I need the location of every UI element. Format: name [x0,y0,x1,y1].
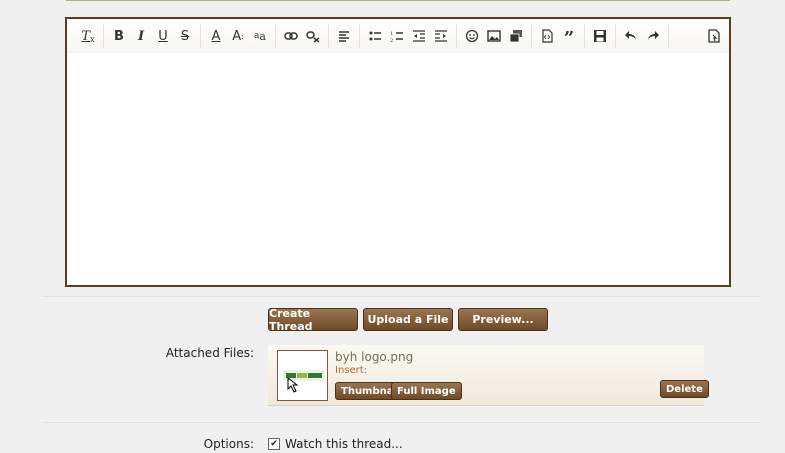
bullet-list-icon[interactable] [364,25,386,47]
outdent-icon[interactable] [408,25,430,47]
toolbar-group: 12 [360,24,457,48]
attachment-thumbnail[interactable] [277,350,328,401]
editor-content-area[interactable] [67,53,729,285]
attached-files-label: Attached Files: [165,346,254,360]
watch-thread-label[interactable]: Watch this thread... [285,437,403,451]
editor-toolbar: Tx B I U S A A: a a 1 2” [67,19,729,53]
image-icon[interactable] [483,25,505,47]
bold-icon[interactable]: B [108,25,130,47]
message-editor[interactable]: Tx B I U S A A: a a 1 2” [65,17,731,287]
toggle-bbcode-icon[interactable] [703,25,725,47]
svg-text:1: 1 [390,31,393,37]
toolbar-group: BIUS [104,24,201,48]
toolbar-group [457,24,532,48]
font-color-icon[interactable]: A [205,25,227,47]
svg-text:2: 2 [390,38,393,43]
options-label: Options: [203,437,254,451]
toolbar-group: ” [532,24,585,48]
media-icon[interactable] [505,25,527,47]
quote-icon[interactable]: ” [558,25,580,48]
logo-thumbnail-image [278,351,327,400]
upload-file-button[interactable]: Upload a File [363,308,453,331]
number-list-icon[interactable]: 12 [386,25,408,47]
action-buttons: Create Thread Upload a File Preview... [268,307,548,333]
smilie-icon[interactable] [461,25,483,47]
undo-icon[interactable] [620,25,642,47]
insert-full-image-button[interactable]: Full Image [391,382,462,400]
attachment-item: byh logo.png Insert: Thumbnail Full Imag… [268,345,709,406]
toolbar-group [585,24,616,48]
watch-thread-option: ✔ Watch this thread... [268,437,403,451]
font-size-icon[interactable]: A: [227,25,249,47]
underline-icon[interactable]: U [152,25,174,47]
unlink-icon[interactable] [302,25,324,47]
redo-icon[interactable] [642,25,664,47]
code-icon[interactable] [536,25,558,47]
attachment-filename[interactable]: byh logo.png [335,350,413,364]
toolbar-group: AA:aa [201,24,276,48]
toolbar-group [276,24,329,48]
remove-format-icon[interactable]: Tx [77,25,99,47]
indent-icon[interactable] [430,25,452,47]
divider [42,296,760,297]
link-icon[interactable] [280,25,302,47]
delete-attachment-button[interactable]: Delete [660,380,709,398]
preview-button[interactable]: Preview... [458,308,548,331]
create-thread-button[interactable]: Create Thread [268,307,358,333]
toolbar-group: Tx [73,24,104,48]
font-family-icon[interactable]: aa [249,25,271,47]
toolbar-group [616,24,669,48]
save-draft-icon[interactable] [589,25,611,47]
strikethrough-icon[interactable]: S [174,25,196,47]
watch-thread-checkbox[interactable]: ✔ [268,438,280,450]
toolbar-group [329,24,360,48]
divider [42,422,760,423]
insert-label: Insert: [335,365,368,376]
align-icon[interactable] [333,25,355,47]
italic-icon[interactable]: I [130,25,152,47]
top-divider [66,0,730,1]
toolbar-group [699,24,729,48]
